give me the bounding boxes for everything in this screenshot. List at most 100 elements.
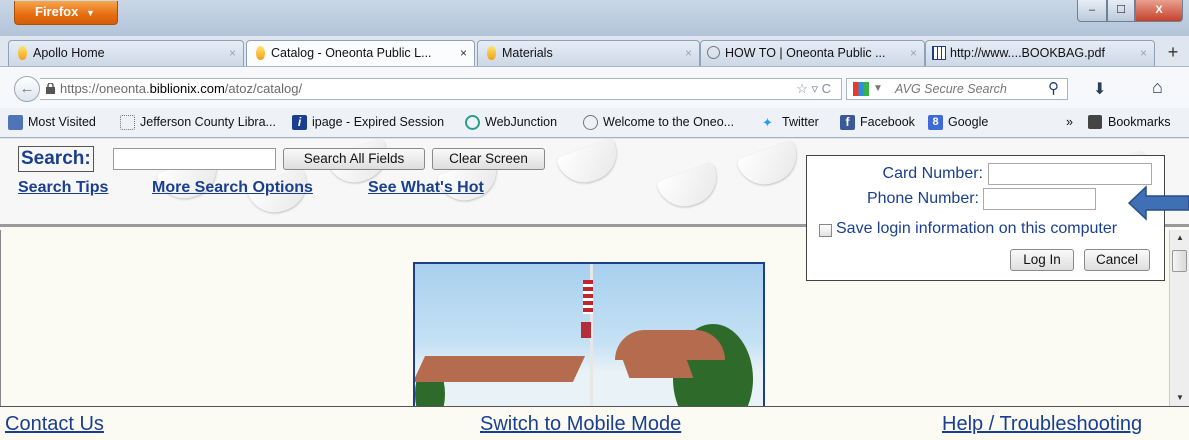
- catalog-footer: Contact Us Switch to Mobile Mode Help / …: [0, 406, 1189, 440]
- bookmark-label: Google: [948, 115, 989, 129]
- dotted-square-icon: [120, 115, 135, 130]
- avg-icon: [853, 82, 869, 96]
- bookmarks-menu-button[interactable]: Bookmarks: [1088, 115, 1171, 129]
- bookmark-label: Facebook: [860, 115, 915, 129]
- help-troubleshooting-link[interactable]: Help / Troubleshooting: [942, 413, 1142, 436]
- close-tab-icon[interactable]: ×: [1140, 41, 1147, 65]
- more-search-options-link[interactable]: More Search Options: [152, 179, 313, 197]
- bookmark-facebook[interactable]: f Facebook: [840, 115, 915, 130]
- bookmark-welcome-oneonta[interactable]: Welcome to the Oneo...: [583, 115, 735, 130]
- book-decoration: [735, 139, 805, 193]
- bookmark-label: Most Visited: [28, 115, 96, 129]
- navigation-bar: ← https://oneonta.biblionix.com/atoz/cat…: [0, 66, 1189, 108]
- bookmarks-menu-label: Bookmarks: [1108, 115, 1171, 129]
- tab-label: http://www....BOOKBAG.pdf: [950, 46, 1105, 60]
- chevron-down-icon[interactable]: ▼: [873, 79, 883, 99]
- bookmark-page-icon: [8, 115, 23, 130]
- search-tips-link[interactable]: Search Tips: [18, 179, 108, 197]
- close-window-button[interactable]: X: [1135, 0, 1183, 22]
- tab-bookbag-pdf[interactable]: http://www....BOOKBAG.pdf ×: [925, 40, 1155, 66]
- back-arrow-icon[interactable]: ←: [14, 76, 40, 102]
- bookmark-label: Twitter: [782, 115, 819, 129]
- save-login-label: Save login information on this computer: [836, 220, 1118, 237]
- bookmark-ipage[interactable]: i ipage - Expired Session: [292, 115, 445, 130]
- bookmark-most-visited[interactable]: Most Visited: [8, 115, 96, 130]
- home-icon[interactable]: ⌂: [1152, 77, 1163, 98]
- lock-icon: [46, 83, 55, 94]
- tab-materials[interactable]: Materials ×: [477, 40, 700, 66]
- bookmark-label: ipage - Expired Session: [312, 115, 445, 129]
- google-icon: 8: [928, 115, 943, 130]
- circle-icon: [707, 46, 720, 59]
- scroll-thumb[interactable]: [1172, 250, 1187, 272]
- url-scheme: https://oneonta.: [60, 81, 150, 96]
- download-icon[interactable]: ⬇: [1093, 79, 1106, 99]
- info-icon: i: [292, 115, 307, 130]
- circle-icon: [583, 115, 598, 130]
- tab-how-to[interactable]: HOW TO | Oneonta Public ... ×: [700, 40, 925, 66]
- address-bar[interactable]: https://oneonta.biblionix.com/atoz/catal…: [40, 78, 842, 100]
- flame-icon: [487, 46, 496, 60]
- scroll-up-icon[interactable]: ▲: [1176, 233, 1184, 242]
- bookmark-label: Welcome to the Oneo...: [603, 115, 735, 129]
- bookmarks-overflow-button[interactable]: »: [1066, 115, 1073, 129]
- twitter-bird-icon: ✦: [762, 115, 773, 130]
- search-all-fields-button[interactable]: Search All Fields: [283, 148, 425, 170]
- maximize-button[interactable]: ☐: [1107, 0, 1135, 22]
- search-engine-bar[interactable]: ▼ AVG Secure Search ⚲: [846, 78, 1068, 100]
- bookmarks-star-icon: [1088, 115, 1102, 129]
- close-tab-icon[interactable]: ×: [910, 41, 917, 65]
- book-decoration: [655, 161, 725, 215]
- search-label: Search:: [18, 146, 94, 172]
- save-login-checkbox[interactable]: [819, 224, 832, 237]
- state-flag: [581, 322, 591, 338]
- cancel-button[interactable]: Cancel: [1084, 249, 1150, 271]
- star-reload-icons[interactable]: ☆ ▿ C: [796, 79, 831, 99]
- bookmark-jefferson[interactable]: Jefferson County Libra...: [120, 115, 276, 130]
- clear-screen-button[interactable]: Clear Screen: [432, 148, 545, 170]
- content-scrollbar[interactable]: ▲ ▼: [1169, 230, 1189, 406]
- scroll-down-icon[interactable]: ▼: [1176, 393, 1184, 402]
- flame-icon: [256, 46, 265, 60]
- roof-shape: [620, 354, 694, 378]
- flame-icon: [18, 46, 27, 60]
- window-controls: – ☐ X: [1077, 0, 1183, 22]
- card-number-input[interactable]: [988, 163, 1152, 185]
- switch-mobile-link[interactable]: Switch to Mobile Mode: [480, 413, 681, 436]
- webjunction-icon: [465, 115, 480, 130]
- grid-icon: [932, 46, 946, 60]
- new-tab-button[interactable]: +: [1160, 41, 1186, 65]
- bookmarks-bar: Most Visited Jefferson County Libra... i…: [0, 108, 1189, 138]
- tab-strip: Apollo Home × Catalog - Oneonta Public L…: [8, 36, 1189, 67]
- phone-number-input[interactable]: [983, 188, 1096, 210]
- phone-number-label: Phone Number:: [866, 190, 979, 207]
- url-domain: biblionix.com: [149, 81, 225, 96]
- minimize-button[interactable]: –: [1077, 0, 1107, 22]
- bookmark-twitter[interactable]: ✦ Twitter: [762, 115, 819, 130]
- left-arrow-pointer-icon: [1128, 185, 1189, 221]
- firefox-menu-label: Firefox: [35, 4, 79, 19]
- title-bar: Firefox ▼ – ☐ X: [0, 0, 1189, 36]
- catalog-search-input[interactable]: [113, 148, 276, 170]
- close-tab-icon[interactable]: ×: [685, 41, 692, 65]
- close-tab-icon[interactable]: ×: [460, 41, 467, 65]
- tab-label: Materials: [502, 46, 553, 60]
- close-tab-icon[interactable]: ×: [229, 41, 236, 65]
- bookmark-webjunction[interactable]: WebJunction: [465, 115, 557, 130]
- facebook-icon: f: [840, 115, 855, 130]
- url-path: /atoz/catalog/: [224, 81, 303, 96]
- bookmark-google[interactable]: 8 Google: [928, 115, 989, 130]
- contact-us-link[interactable]: Contact Us: [5, 413, 104, 436]
- tab-catalog[interactable]: Catalog - Oneonta Public L... ×: [246, 40, 475, 67]
- card-number-label: Card Number:: [882, 165, 983, 182]
- search-icon[interactable]: ⚲: [1048, 79, 1059, 99]
- firefox-menu-button[interactable]: Firefox ▼: [14, 1, 118, 25]
- see-whats-hot-link[interactable]: See What's Hot: [368, 179, 484, 197]
- chevron-down-icon: ▼: [85, 8, 95, 18]
- tab-apollo-home[interactable]: Apollo Home ×: [8, 40, 244, 66]
- bookmark-label: Jefferson County Libra...: [140, 115, 276, 129]
- roof-shape: [415, 356, 586, 382]
- search-placeholder: AVG Secure Search: [895, 82, 1007, 96]
- log-in-button[interactable]: Log In: [1010, 249, 1074, 271]
- book-decoration: [555, 139, 625, 191]
